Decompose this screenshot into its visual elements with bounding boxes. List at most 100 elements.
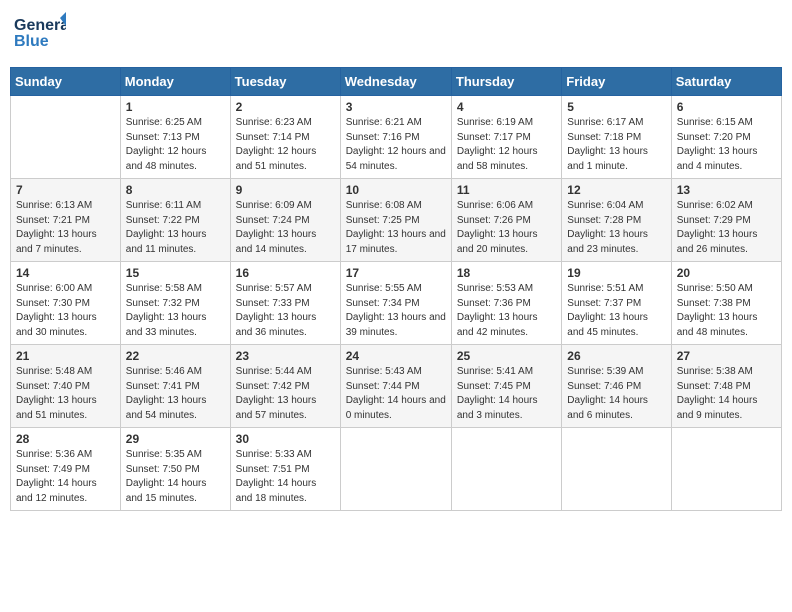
day-number: 14 <box>16 266 115 280</box>
logo: General Blue <box>14 10 66 59</box>
day-info: Sunrise: 6:25 AMSunset: 7:13 PMDaylight:… <box>126 116 225 174</box>
day-info: Sunrise: 5:44 AMSunset: 7:42 PMDaylight:… <box>236 365 335 423</box>
calendar-cell <box>562 428 671 511</box>
svg-text:General: General <box>14 17 66 34</box>
day-info: Sunrise: 6:08 AMSunset: 7:25 PMDaylight:… <box>346 199 446 257</box>
col-header-tuesday: Tuesday <box>230 68 340 96</box>
day-info: Sunrise: 5:55 AMSunset: 7:34 PMDaylight:… <box>346 282 446 340</box>
day-number: 11 <box>457 183 556 197</box>
day-info: Sunrise: 5:51 AMSunset: 7:37 PMDaylight:… <box>567 282 665 340</box>
day-number: 23 <box>236 349 335 363</box>
svg-text:Blue: Blue <box>14 33 49 50</box>
day-number: 12 <box>567 183 665 197</box>
calendar-cell: 18Sunrise: 5:53 AMSunset: 7:36 PMDayligh… <box>451 262 561 345</box>
calendar-cell: 6Sunrise: 6:15 AMSunset: 7:20 PMDaylight… <box>671 96 781 179</box>
day-info: Sunrise: 5:35 AMSunset: 7:50 PMDaylight:… <box>126 448 225 506</box>
day-number: 28 <box>16 432 115 446</box>
calendar-cell: 13 Sunrise: 6:02 AMSunset: 7:29 PMDayligh… <box>671 179 781 262</box>
day-info: Sunrise: 5:58 AMSunset: 7:32 PMDaylight:… <box>126 282 225 340</box>
day-info: Sunrise: 6:02 AMSunset: 7:29 PMDaylight:… <box>677 199 776 257</box>
day-number: 18 <box>457 266 556 280</box>
day-number: 5 <box>567 100 665 114</box>
calendar-cell: 8 Sunrise: 6:11 AMSunset: 7:22 PMDaylight… <box>120 179 230 262</box>
calendar-cell: 16 Sunrise: 5:57 AMSunset: 7:33 PMDayligh… <box>230 262 340 345</box>
day-info: Sunrise: 6:00 AMSunset: 7:30 PMDaylight:… <box>16 282 115 340</box>
day-info: Sunrise: 6:23 AMSunset: 7:14 PMDaylight:… <box>236 116 335 174</box>
day-info: Sunrise: 5:36 AMSunset: 7:49 PMDaylight:… <box>16 448 115 506</box>
day-info: Sunrise: 6:06 AMSunset: 7:26 PMDaylight:… <box>457 199 556 257</box>
calendar-cell: 25 Sunrise: 5:41 AMSunset: 7:45 PMDayligh… <box>451 345 561 428</box>
col-header-wednesday: Wednesday <box>340 68 451 96</box>
calendar-cell: 27Sunrise: 5:38 AMSunset: 7:48 PMDayligh… <box>671 345 781 428</box>
calendar-week-row: 21 Sunrise: 5:48 AMSunset: 7:40 PMDayligh… <box>11 345 782 428</box>
day-number: 16 <box>236 266 335 280</box>
calendar-week-row: 14 Sunrise: 6:00 AMSunset: 7:30 PMDayligh… <box>11 262 782 345</box>
logo-graphic: General Blue <box>14 10 66 59</box>
day-info: Sunrise: 5:41 AMSunset: 7:45 PMDaylight:… <box>457 365 556 423</box>
day-number: 27 <box>677 349 776 363</box>
calendar-cell <box>451 428 561 511</box>
day-number: 9 <box>236 183 335 197</box>
calendar-cell: 19 Sunrise: 5:51 AMSunset: 7:37 PMDayligh… <box>562 262 671 345</box>
calendar-cell: 22Sunrise: 5:46 AMSunset: 7:41 PMDayligh… <box>120 345 230 428</box>
logo-icon: General Blue <box>14 10 66 54</box>
calendar-cell: 12Sunrise: 6:04 AMSunset: 7:28 PMDayligh… <box>562 179 671 262</box>
day-info: Sunrise: 5:43 AMSunset: 7:44 PMDaylight:… <box>346 365 446 423</box>
calendar-cell: 26 Sunrise: 5:39 AMSunset: 7:46 PMDayligh… <box>562 345 671 428</box>
day-number: 29 <box>126 432 225 446</box>
calendar-cell: 21 Sunrise: 5:48 AMSunset: 7:40 PMDayligh… <box>11 345 121 428</box>
calendar-cell <box>340 428 451 511</box>
calendar-cell: 4 Sunrise: 6:19 AMSunset: 7:17 PMDaylight… <box>451 96 561 179</box>
calendar-table: SundayMondayTuesdayWednesdayThursdayFrid… <box>10 67 782 511</box>
day-info: Sunrise: 6:19 AMSunset: 7:17 PMDaylight:… <box>457 116 556 174</box>
calendar-cell: 1Sunrise: 6:25 AMSunset: 7:13 PMDaylight… <box>120 96 230 179</box>
col-header-sunday: Sunday <box>11 68 121 96</box>
calendar-cell: 23 Sunrise: 5:44 AMSunset: 7:42 PMDayligh… <box>230 345 340 428</box>
day-number: 26 <box>567 349 665 363</box>
calendar-week-row: 1Sunrise: 6:25 AMSunset: 7:13 PMDaylight… <box>11 96 782 179</box>
day-info: Sunrise: 5:33 AMSunset: 7:51 PMDaylight:… <box>236 448 335 506</box>
day-number: 22 <box>126 349 225 363</box>
calendar-cell: 30 Sunrise: 5:33 AMSunset: 7:51 PMDayligh… <box>230 428 340 511</box>
calendar-cell: 29 Sunrise: 5:35 AMSunset: 7:50 PMDayligh… <box>120 428 230 511</box>
day-info: Sunrise: 5:48 AMSunset: 7:40 PMDaylight:… <box>16 365 115 423</box>
day-info: Sunrise: 5:39 AMSunset: 7:46 PMDaylight:… <box>567 365 665 423</box>
day-number: 3 <box>346 100 446 114</box>
day-number: 13 <box>677 183 776 197</box>
calendar-cell: 10 Sunrise: 6:08 AMSunset: 7:25 PMDayligh… <box>340 179 451 262</box>
col-header-monday: Monday <box>120 68 230 96</box>
calendar-cell: 24Sunrise: 5:43 AMSunset: 7:44 PMDayligh… <box>340 345 451 428</box>
day-info: Sunrise: 6:13 AMSunset: 7:21 PMDaylight:… <box>16 199 115 257</box>
calendar-cell: 15 Sunrise: 5:58 AMSunset: 7:32 PMDayligh… <box>120 262 230 345</box>
calendar-cell: 28 Sunrise: 5:36 AMSunset: 7:49 PMDayligh… <box>11 428 121 511</box>
calendar-cell: 11 Sunrise: 6:06 AMSunset: 7:26 PMDayligh… <box>451 179 561 262</box>
day-info: Sunrise: 5:57 AMSunset: 7:33 PMDaylight:… <box>236 282 335 340</box>
col-header-saturday: Saturday <box>671 68 781 96</box>
calendar-cell: 20 Sunrise: 5:50 AMSunset: 7:38 PMDayligh… <box>671 262 781 345</box>
day-info: Sunrise: 5:50 AMSunset: 7:38 PMDaylight:… <box>677 282 776 340</box>
calendar-cell <box>671 428 781 511</box>
day-number: 20 <box>677 266 776 280</box>
day-number: 8 <box>126 183 225 197</box>
day-number: 6 <box>677 100 776 114</box>
col-header-friday: Friday <box>562 68 671 96</box>
day-number: 30 <box>236 432 335 446</box>
header: General Blue <box>10 10 782 59</box>
day-number: 21 <box>16 349 115 363</box>
calendar-cell: 14 Sunrise: 6:00 AMSunset: 7:30 PMDayligh… <box>11 262 121 345</box>
calendar-cell: 7Sunrise: 6:13 AMSunset: 7:21 PMDaylight… <box>11 179 121 262</box>
calendar-week-row: 28 Sunrise: 5:36 AMSunset: 7:49 PMDayligh… <box>11 428 782 511</box>
day-number: 15 <box>126 266 225 280</box>
col-header-thursday: Thursday <box>451 68 561 96</box>
day-info: Sunrise: 6:09 AMSunset: 7:24 PMDaylight:… <box>236 199 335 257</box>
day-number: 10 <box>346 183 446 197</box>
calendar-cell: 9 Sunrise: 6:09 AMSunset: 7:24 PMDaylight… <box>230 179 340 262</box>
calendar-cell <box>11 96 121 179</box>
calendar-week-row: 7Sunrise: 6:13 AMSunset: 7:21 PMDaylight… <box>11 179 782 262</box>
day-number: 17 <box>346 266 446 280</box>
day-info: Sunrise: 6:21 AMSunset: 7:16 PMDaylight:… <box>346 116 446 174</box>
day-number: 25 <box>457 349 556 363</box>
day-number: 4 <box>457 100 556 114</box>
day-info: Sunrise: 6:11 AMSunset: 7:22 PMDaylight:… <box>126 199 225 257</box>
day-number: 19 <box>567 266 665 280</box>
